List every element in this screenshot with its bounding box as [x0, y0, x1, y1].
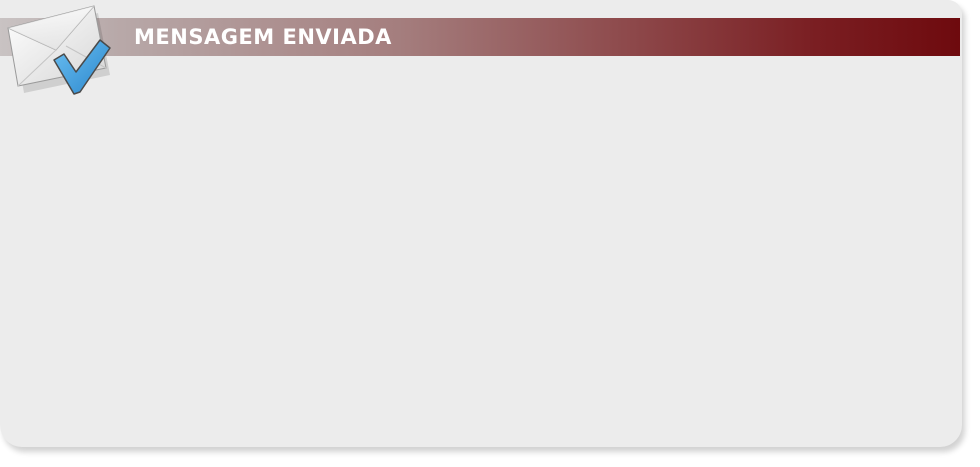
message-sent-panel [0, 0, 962, 447]
envelope-check-icon [7, 5, 111, 95]
dialog-title: MENSAGEM ENVIADA [134, 25, 392, 49]
